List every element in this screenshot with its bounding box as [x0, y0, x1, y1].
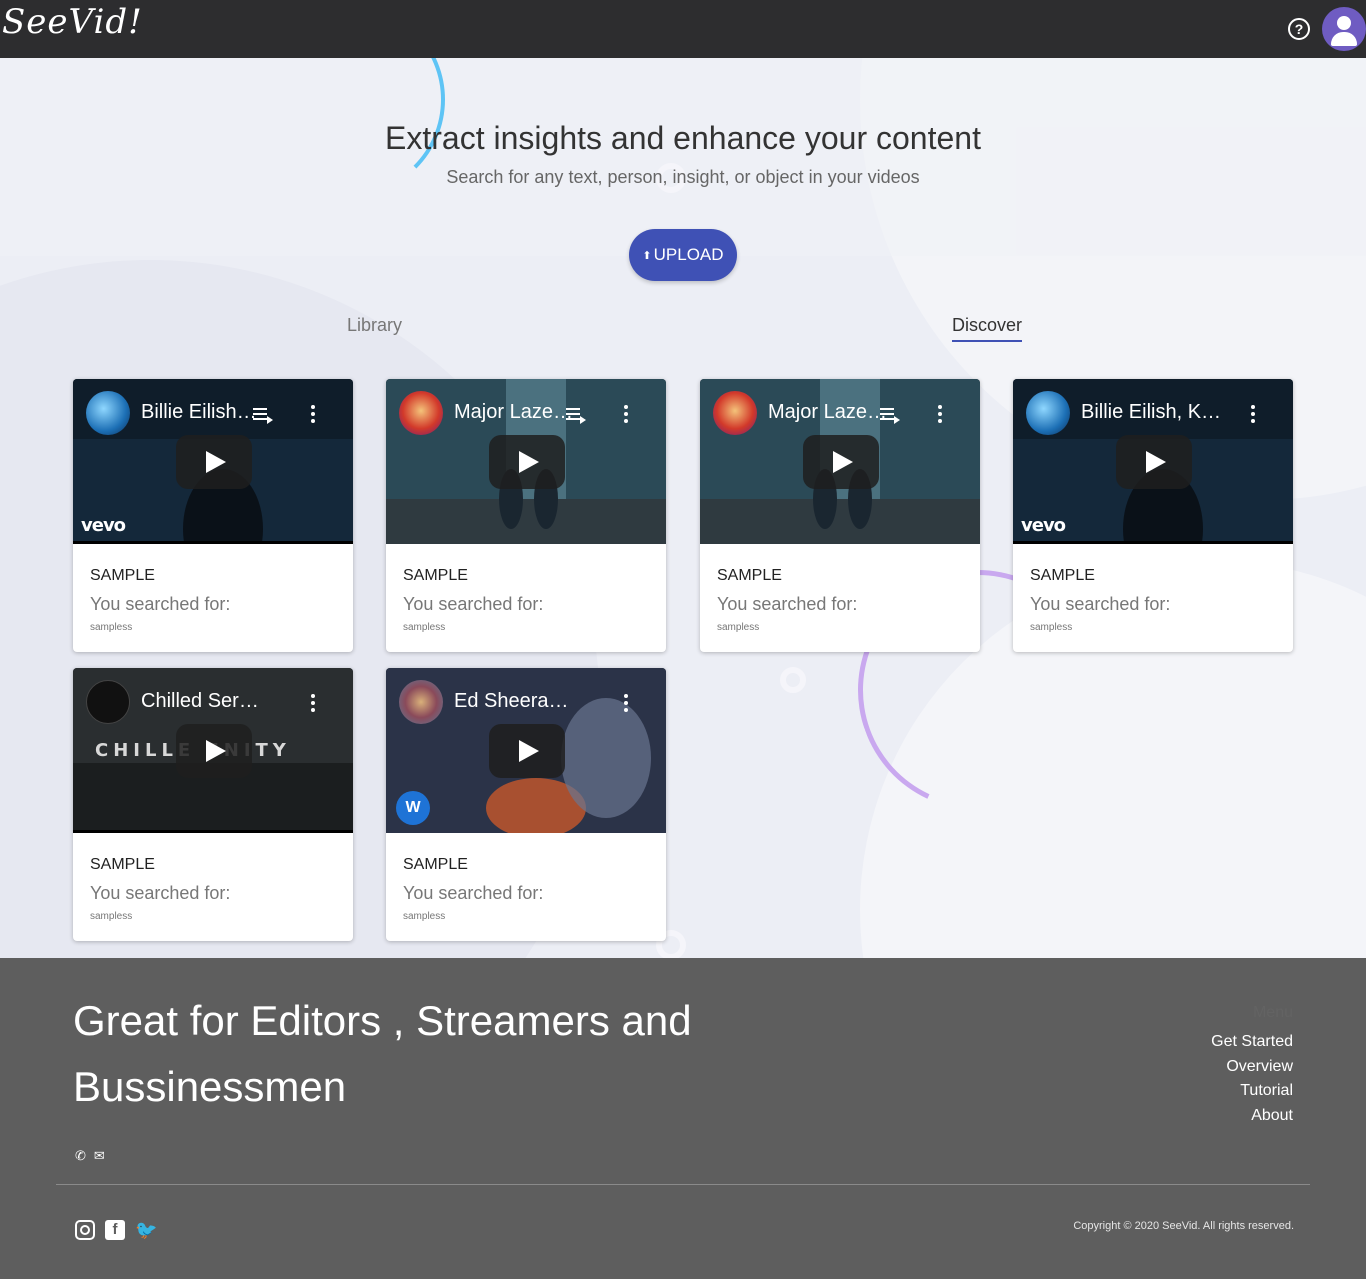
card-title: SAMPLE [403, 567, 468, 584]
mail-icon[interactable]: ✉ [94, 1148, 105, 1164]
footer-divider [56, 1184, 1310, 1185]
video-title[interactable]: Billie Eilish - Bad Guy [141, 401, 261, 424]
facebook-icon[interactable]: f [105, 1220, 125, 1240]
channel-avatar[interactable] [1026, 391, 1070, 435]
search-query: sampless [717, 622, 760, 633]
searched-label: You searched for: [90, 594, 231, 614]
footer-link-overview[interactable]: Overview [1153, 1055, 1293, 1080]
footer-menu-heading: Menu [1252, 1004, 1293, 1021]
vevo-logo: vevo [81, 515, 126, 536]
searched-label: You searched for: [717, 594, 858, 614]
video-card[interactable]: Major Lazer - Lean On SAMPLE You searche… [386, 379, 666, 652]
video-title[interactable]: Major Lazer - Lean On [768, 401, 888, 424]
channel-avatar[interactable] [86, 680, 130, 724]
searched-label: You searched for: [90, 883, 231, 903]
video-thumbnail[interactable]: Chilled Serenity CHILLE ENITY [73, 668, 353, 833]
vevo-logo: vevo [1021, 515, 1066, 536]
add-to-queue-icon[interactable] [253, 408, 273, 424]
add-to-queue-icon[interactable] [880, 408, 900, 424]
tab-discover[interactable]: Discover [952, 315, 1023, 342]
video-card[interactable]: Chilled Serenity CHILLE ENITY SAMPLE You… [73, 668, 353, 941]
contact-icons: ✆ ✉ [75, 1148, 105, 1164]
footer: Great for Editors , Streamers and Bussin… [0, 958, 1366, 1279]
footer-link-tutorial[interactable]: Tutorial [1153, 1079, 1293, 1104]
footer-title: Great for Editors , Streamers and Bussin… [73, 997, 692, 1110]
footer-link-about[interactable]: About [1153, 1104, 1293, 1129]
video-thumbnail[interactable]: Billie Eilish - Bad Guy vevo [73, 379, 353, 544]
footer-menu: Get Started Overview Tutorial About [1153, 1030, 1293, 1128]
footer-link-get-started[interactable]: Get Started [1153, 1030, 1293, 1055]
card-title: SAMPLE [717, 567, 782, 584]
social-icons: f 🐦 [75, 1220, 157, 1240]
play-icon[interactable] [1116, 435, 1192, 489]
hero-band [0, 58, 1366, 256]
more-options-icon[interactable] [624, 694, 628, 712]
phone-icon[interactable]: ✆ [75, 1148, 86, 1164]
play-icon[interactable] [489, 724, 565, 778]
video-title[interactable]: Ed Sheeran - Perfect [454, 690, 574, 713]
instagram-icon[interactable] [75, 1220, 95, 1240]
searched-label: You searched for: [403, 883, 544, 903]
video-thumbnail[interactable]: Ed Sheeran - Perfect W [386, 668, 666, 833]
video-title[interactable]: Billie Eilish, Khalid - Lovely [1081, 401, 1231, 424]
upload-label: UPLOAD [653, 245, 724, 264]
video-thumbnail[interactable]: Billie Eilish, Khalid - Lovely vevo [1013, 379, 1293, 544]
searched-label: You searched for: [1030, 594, 1171, 614]
more-options-icon[interactable] [624, 405, 628, 423]
warner-logo: W [396, 791, 430, 825]
searched-label: You searched for: [403, 594, 544, 614]
search-query: sampless [403, 911, 446, 922]
play-icon[interactable] [803, 435, 879, 489]
avatar-body [1331, 32, 1357, 46]
more-options-icon[interactable] [938, 405, 942, 423]
top-bar: SeeVid! ? [0, 0, 1366, 58]
card-title: SAMPLE [90, 567, 155, 584]
upload-arrow-icon: ⬆ [642, 249, 652, 262]
card-title: SAMPLE [90, 856, 155, 873]
channel-avatar[interactable] [86, 391, 130, 435]
user-avatar-icon[interactable] [1322, 7, 1366, 51]
video-card[interactable]: Major Lazer - Lean On SAMPLE You searche… [700, 379, 980, 652]
video-thumbnail[interactable]: Major Lazer - Lean On [700, 379, 980, 544]
more-options-icon[interactable] [1251, 405, 1255, 423]
more-options-icon[interactable] [311, 694, 315, 712]
tab-library[interactable]: Library [347, 315, 402, 340]
channel-avatar[interactable] [399, 680, 443, 724]
twitter-icon[interactable]: 🐦 [135, 1220, 157, 1240]
card-title: SAMPLE [1030, 567, 1095, 584]
hero-title: Extract insights and enhance your conten… [385, 120, 981, 156]
channel-avatar[interactable] [713, 391, 757, 435]
video-card[interactable]: Billie Eilish - Bad Guy vevo SAMPLE You … [73, 379, 353, 652]
play-icon[interactable] [489, 435, 565, 489]
video-title[interactable]: Chilled Serenity [141, 690, 261, 713]
search-query: sampless [1030, 622, 1073, 633]
avatar-head [1337, 16, 1351, 30]
copyright: Copyright © 2020 SeeVid. All rights rese… [1073, 1220, 1294, 1232]
add-to-queue-icon[interactable] [566, 408, 586, 424]
hero-subtitle: Search for any text, person, insight, or… [446, 167, 920, 187]
card-title: SAMPLE [403, 856, 468, 873]
video-card[interactable]: Ed Sheeran - Perfect W SAMPLE You search… [386, 668, 666, 941]
more-options-icon[interactable] [311, 405, 315, 423]
bg-dot [780, 667, 806, 693]
channel-avatar[interactable] [399, 391, 443, 435]
video-card[interactable]: Billie Eilish, Khalid - Lovely vevo SAMP… [1013, 379, 1293, 652]
play-icon[interactable] [176, 724, 252, 778]
video-thumbnail[interactable]: Major Lazer - Lean On [386, 379, 666, 544]
search-query: sampless [403, 622, 446, 633]
logo[interactable]: SeeVid! [2, 2, 143, 42]
search-query: sampless [90, 622, 133, 633]
upload-button[interactable]: ⬆ UPLOAD [629, 229, 737, 281]
play-icon[interactable] [176, 435, 252, 489]
video-title[interactable]: Major Lazer - Lean On [454, 401, 574, 424]
search-query: sampless [90, 911, 133, 922]
help-circle-icon[interactable]: ? [1288, 18, 1310, 40]
